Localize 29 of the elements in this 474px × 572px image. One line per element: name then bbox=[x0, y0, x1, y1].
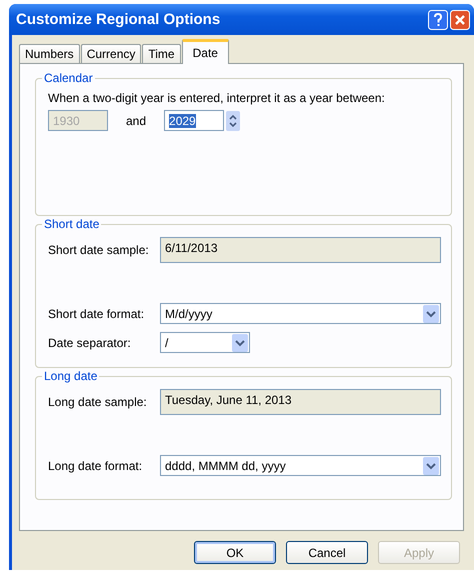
field-label: Short date format: bbox=[48, 306, 146, 320]
dialog-button[interactable]: Cancel bbox=[286, 541, 368, 564]
tab[interactable]: Currency bbox=[80, 44, 142, 63]
field-label: Short date sample: bbox=[48, 243, 150, 257]
group-title: Calendar bbox=[42, 71, 95, 85]
description-text: When a two-digit year is entered, interpret it as a year between: bbox=[48, 91, 386, 105]
format-dropdown[interactable]: dddd, MMMM dd, yyyy bbox=[160, 455, 441, 476]
tab[interactable]: Time bbox=[142, 44, 181, 63]
dropdown-icon[interactable] bbox=[423, 456, 439, 474]
field-label: Long date format: bbox=[48, 458, 144, 472]
dropdown-icon[interactable] bbox=[423, 304, 439, 322]
field-label: Date separator: bbox=[48, 336, 132, 350]
tab[interactable]: Numbers bbox=[19, 44, 80, 63]
group-title: Long date bbox=[42, 369, 100, 383]
group-title: Short date bbox=[42, 217, 102, 231]
format-dropdown[interactable]: M/d/yyyy bbox=[160, 303, 441, 324]
sample-field: 6/11/2013 bbox=[160, 237, 441, 263]
window-title: Customize Regional Options bbox=[16, 11, 222, 28]
spinner-icon[interactable] bbox=[226, 110, 240, 130]
and-label: and bbox=[126, 114, 146, 128]
close-icon[interactable] bbox=[450, 10, 470, 30]
sample-field: Tuesday, June 11, 2013 bbox=[160, 389, 441, 415]
separator-dropdown[interactable]: / bbox=[160, 332, 250, 353]
dialog-button[interactable]: OK bbox=[194, 541, 276, 564]
field-label: Long date sample: bbox=[48, 395, 148, 409]
dropdown-icon[interactable] bbox=[232, 334, 248, 352]
help-icon[interactable] bbox=[428, 10, 448, 30]
tab[interactable]: Date bbox=[182, 39, 229, 64]
year-field[interactable]: 2029 bbox=[164, 110, 224, 131]
